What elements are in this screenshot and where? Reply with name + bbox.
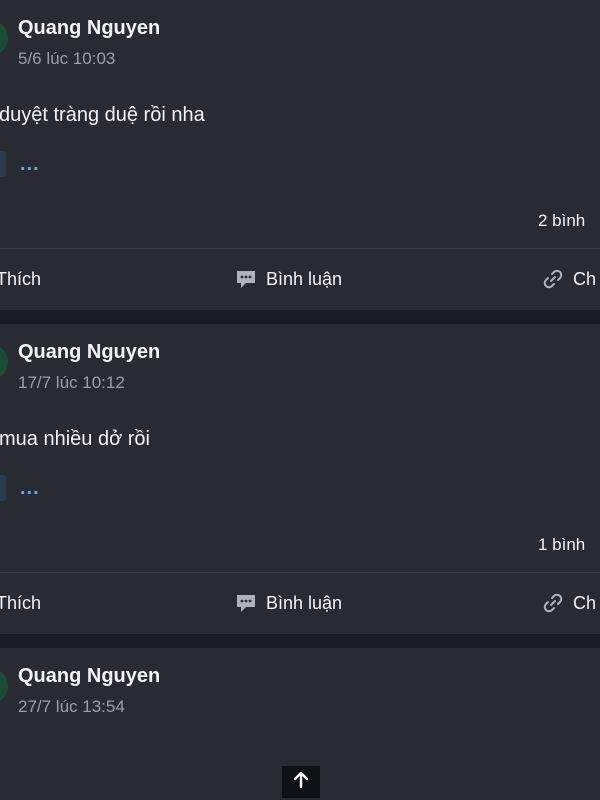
comment-button[interactable]: Bình luận	[234, 590, 342, 616]
post-feed: Quang Nguyen 5/6 lúc 10:03 duyệt tràng d…	[0, 0, 600, 800]
more-button[interactable]: ...	[20, 475, 40, 501]
avatar[interactable]	[0, 344, 8, 380]
post-author[interactable]: Quang Nguyen	[18, 16, 160, 40]
post-author[interactable]: Quang Nguyen	[18, 340, 160, 364]
post-card: Quang Nguyen 17/7 lúc 10:12 mua nhiều dở…	[0, 324, 600, 634]
like-button[interactable]: Thích	[0, 266, 41, 292]
like-button[interactable]: Thích	[0, 590, 41, 616]
post-content: mua nhiều dở rồi	[0, 428, 150, 450]
post-timestamp[interactable]: 5/6 lúc 10:03	[18, 48, 115, 70]
share-label: Ch	[573, 592, 597, 613]
post-card: Quang Nguyen 5/6 lúc 10:03 duyệt tràng d…	[0, 0, 600, 310]
arrow-up-icon	[291, 770, 311, 795]
scroll-to-top-button[interactable]	[282, 766, 320, 798]
comment-icon	[234, 591, 258, 615]
comment-label: Bình luận	[266, 592, 343, 613]
post-timestamp[interactable]: 17/7 lúc 10:12	[18, 372, 125, 394]
comment-count[interactable]: 2 bình	[538, 210, 600, 232]
post-author[interactable]: Quang Nguyen	[18, 664, 160, 688]
share-button[interactable]: Ch	[541, 590, 596, 616]
post-timestamp[interactable]: 27/7 lúc 13:54	[18, 696, 125, 718]
avatar[interactable]	[0, 668, 8, 704]
more-button[interactable]: ...	[20, 151, 40, 177]
avatar[interactable]	[0, 20, 8, 56]
post-content: duyệt tràng duệ rồi nha	[0, 104, 205, 126]
comment-button[interactable]: Bình luận	[234, 266, 342, 292]
link-icon	[541, 591, 565, 615]
comment-icon	[234, 267, 258, 291]
divider	[0, 248, 600, 249]
like-label: Thích	[0, 592, 42, 613]
reaction-chip[interactable]	[0, 151, 6, 177]
share-button[interactable]: Ch	[541, 266, 596, 292]
reaction-chip[interactable]	[0, 475, 6, 501]
comment-count[interactable]: 1 bình	[538, 534, 600, 556]
share-label: Ch	[573, 268, 597, 289]
comment-label: Bình luận	[266, 268, 343, 289]
link-icon	[541, 267, 565, 291]
like-label: Thích	[0, 268, 42, 289]
divider	[0, 572, 600, 573]
